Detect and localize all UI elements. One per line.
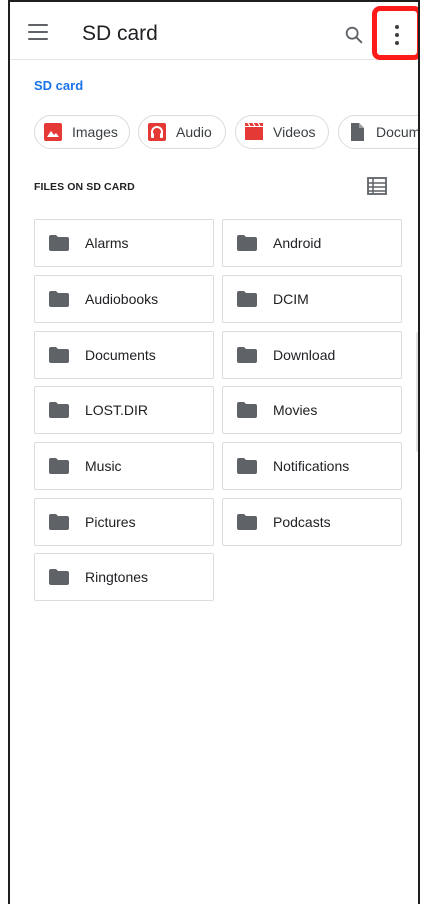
- section-label: FILES ON SD CARD: [34, 181, 135, 193]
- hamburger-menu-icon[interactable]: [28, 24, 48, 40]
- breadcrumb[interactable]: SD card: [34, 78, 83, 93]
- folder-name: Audiobooks: [85, 291, 159, 307]
- folder-name: Documents: [85, 347, 156, 363]
- folder-icon: [237, 347, 257, 363]
- folder-tile[interactable]: Download: [222, 331, 402, 379]
- folder-tile[interactable]: Pictures: [34, 498, 214, 546]
- folder-tile[interactable]: Audiobooks: [34, 275, 214, 323]
- folder-name: Notifications: [273, 458, 350, 474]
- folder-icon: [49, 569, 69, 585]
- folder-name: Android: [273, 235, 322, 251]
- folder-name: Alarms: [85, 235, 129, 251]
- folder-tile[interactable]: Documents: [34, 331, 214, 379]
- more-options-icon[interactable]: [393, 25, 401, 45]
- folder-tile[interactable]: Music: [34, 442, 214, 490]
- chip-images[interactable]: Images: [34, 115, 130, 149]
- folder-tile[interactable]: LOST.DIR: [34, 386, 214, 434]
- folder-tile[interactable]: Alarms: [34, 219, 214, 267]
- folder-tile[interactable]: Notifications: [222, 442, 402, 490]
- chip-documents[interactable]: Documents: [338, 115, 420, 149]
- folder-name: Podcasts: [273, 514, 331, 530]
- folder-name: LOST.DIR: [85, 402, 149, 418]
- scrollbar[interactable]: [416, 332, 418, 452]
- chip-audio[interactable]: Audio: [138, 115, 226, 149]
- chip-videos[interactable]: Videos: [235, 115, 329, 149]
- image-icon: [44, 123, 62, 141]
- folder-name: Download: [273, 347, 336, 363]
- folder-icon: [49, 514, 69, 530]
- folder-icon: [237, 458, 257, 474]
- folder-tile[interactable]: Podcasts: [222, 498, 402, 546]
- folder-tile[interactable]: Ringtones: [34, 553, 214, 601]
- chip-label: Images: [72, 124, 118, 140]
- folder-icon: [237, 402, 257, 418]
- more-options-highlight: [372, 6, 418, 60]
- film-icon: [245, 123, 263, 140]
- folder-icon: [49, 402, 69, 418]
- chip-label: Documents: [376, 124, 420, 140]
- list-view-icon[interactable]: [367, 177, 387, 195]
- folder-name: DCIM: [273, 291, 309, 307]
- folder-icon: [237, 514, 257, 530]
- folder-tile[interactable]: Android: [222, 219, 402, 267]
- folder-icon: [49, 347, 69, 363]
- document-icon: [351, 123, 364, 141]
- folder-icon: [49, 235, 69, 251]
- chip-label: Videos: [273, 124, 316, 140]
- page-title: SD card: [82, 22, 158, 45]
- folder-name: Ringtones: [85, 569, 149, 585]
- folder-icon: [237, 235, 257, 251]
- folder-name: Pictures: [85, 514, 136, 530]
- app-bar: SD card: [10, 2, 418, 60]
- headphones-icon: [148, 123, 166, 141]
- folder-icon: [237, 291, 257, 307]
- folder-name: Music: [85, 458, 122, 474]
- search-icon[interactable]: [343, 24, 365, 46]
- folder-icon: [49, 291, 69, 307]
- folder-name: Movies: [273, 402, 318, 418]
- folder-tile[interactable]: Movies: [222, 386, 402, 434]
- app-window: SD card SD card Images Audio Videos Docu…: [8, 0, 420, 904]
- folder-icon: [49, 458, 69, 474]
- chip-label: Audio: [176, 124, 212, 140]
- folder-tile[interactable]: DCIM: [222, 275, 402, 323]
